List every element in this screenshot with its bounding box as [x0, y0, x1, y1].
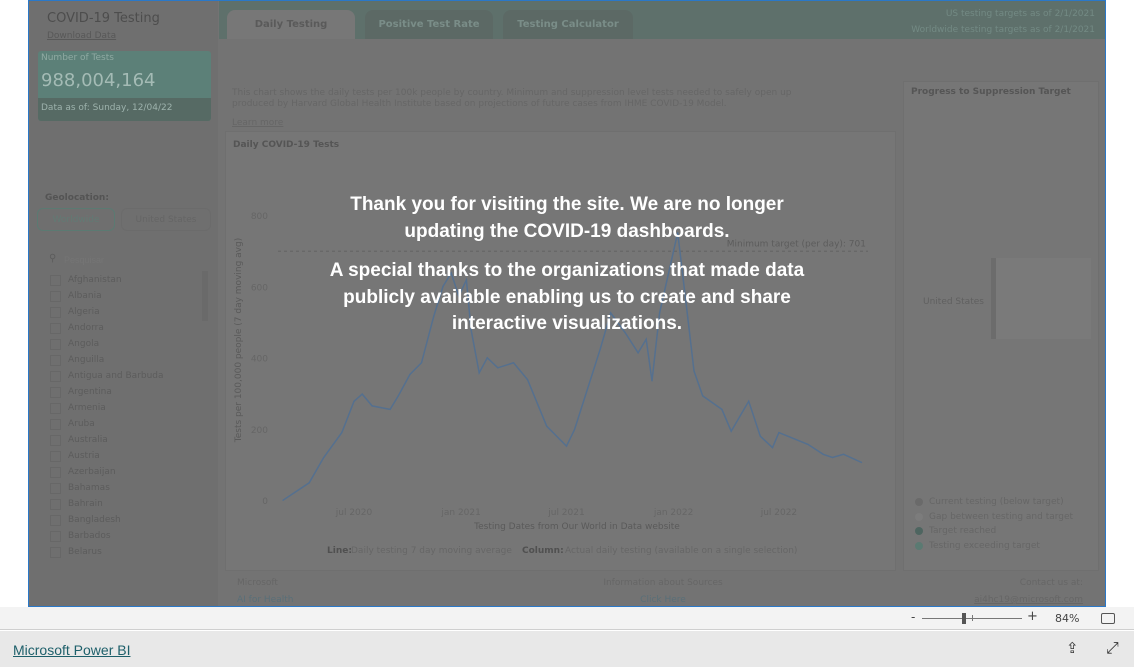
x-tick-label: jul 2020 — [335, 508, 373, 518]
message-line: Thank you for visiting the site. We are … — [350, 194, 784, 215]
data-point — [389, 408, 391, 411]
data-point — [693, 370, 695, 372]
data-point — [420, 362, 423, 364]
data-point — [822, 453, 824, 455]
x-axis-title: Testing Dates from Our World in Data web… — [473, 522, 680, 532]
data-point — [778, 432, 780, 434]
data-point — [478, 372, 480, 374]
data-point — [637, 352, 639, 354]
message-line: A special thanks to the organizations th… — [329, 260, 805, 281]
data-point — [353, 400, 355, 402]
chart-legend-note: Line: — [327, 546, 352, 556]
fit-to-page-icon[interactable] — [1101, 613, 1115, 624]
y-tick-label: 0 — [262, 497, 268, 507]
data-point — [546, 425, 548, 427]
y-tick-label: 200 — [251, 426, 268, 436]
data-point — [341, 432, 343, 434]
message-line: interactive visualizations. — [451, 313, 683, 334]
data-point — [371, 405, 373, 407]
zoom-out-button[interactable]: - — [911, 610, 915, 624]
data-point — [282, 499, 284, 501]
zoom-slider-thumb[interactable] — [962, 613, 966, 624]
y-tick-label: 400 — [251, 355, 268, 365]
x-tick-label: jan 2021 — [440, 508, 481, 518]
data-point — [526, 378, 529, 381]
data-point — [397, 395, 399, 397]
zoom-bar: - + 84% — [0, 607, 1134, 630]
x-tick-label: jul 2022 — [760, 508, 797, 518]
data-point — [730, 430, 732, 432]
data-point — [651, 380, 653, 382]
data-point — [860, 461, 863, 464]
data-point — [323, 456, 325, 459]
chart-legend-note: Actual daily testing (available on a sin… — [565, 546, 797, 556]
data-point — [308, 482, 310, 484]
data-point — [807, 443, 809, 445]
data-point — [759, 435, 761, 437]
power-bi-link[interactable]: Microsoft Power BI — [13, 642, 130, 658]
bottom-bar: Microsoft Power BI ⇪ ⤢ — [0, 631, 1134, 667]
chart-legend-note: Column: — [522, 546, 564, 556]
data-point — [831, 456, 834, 459]
data-point — [721, 408, 723, 411]
x-tick-label: jul 2021 — [547, 508, 584, 518]
data-point — [497, 367, 499, 369]
zoom-level: 84% — [1055, 612, 1080, 625]
data-point — [574, 428, 576, 430]
data-point — [409, 373, 411, 376]
data-point — [361, 393, 363, 395]
site-closed-message: Thank you for visiting the site. We are … — [0, 192, 1134, 338]
expand-icon[interactable]: ⤢ — [1106, 638, 1119, 658]
data-point — [512, 362, 515, 364]
data-point — [565, 445, 568, 447]
x-tick-label: jan 2022 — [653, 508, 694, 518]
share-icon[interactable]: ⇪ — [1066, 639, 1079, 657]
data-point — [842, 453, 845, 455]
data-point — [771, 446, 774, 449]
data-point — [599, 348, 601, 350]
message-line: publicly available enabling us to create… — [343, 286, 791, 308]
data-point — [486, 357, 488, 359]
data-point — [702, 395, 704, 397]
zoom-in-button[interactable]: + — [1027, 609, 1038, 624]
chart-legend-note: Daily testing 7 day moving average — [351, 546, 512, 556]
message-line: updating the COVID-19 dashboards. — [404, 220, 730, 242]
data-point — [645, 338, 647, 340]
data-point — [748, 400, 750, 402]
